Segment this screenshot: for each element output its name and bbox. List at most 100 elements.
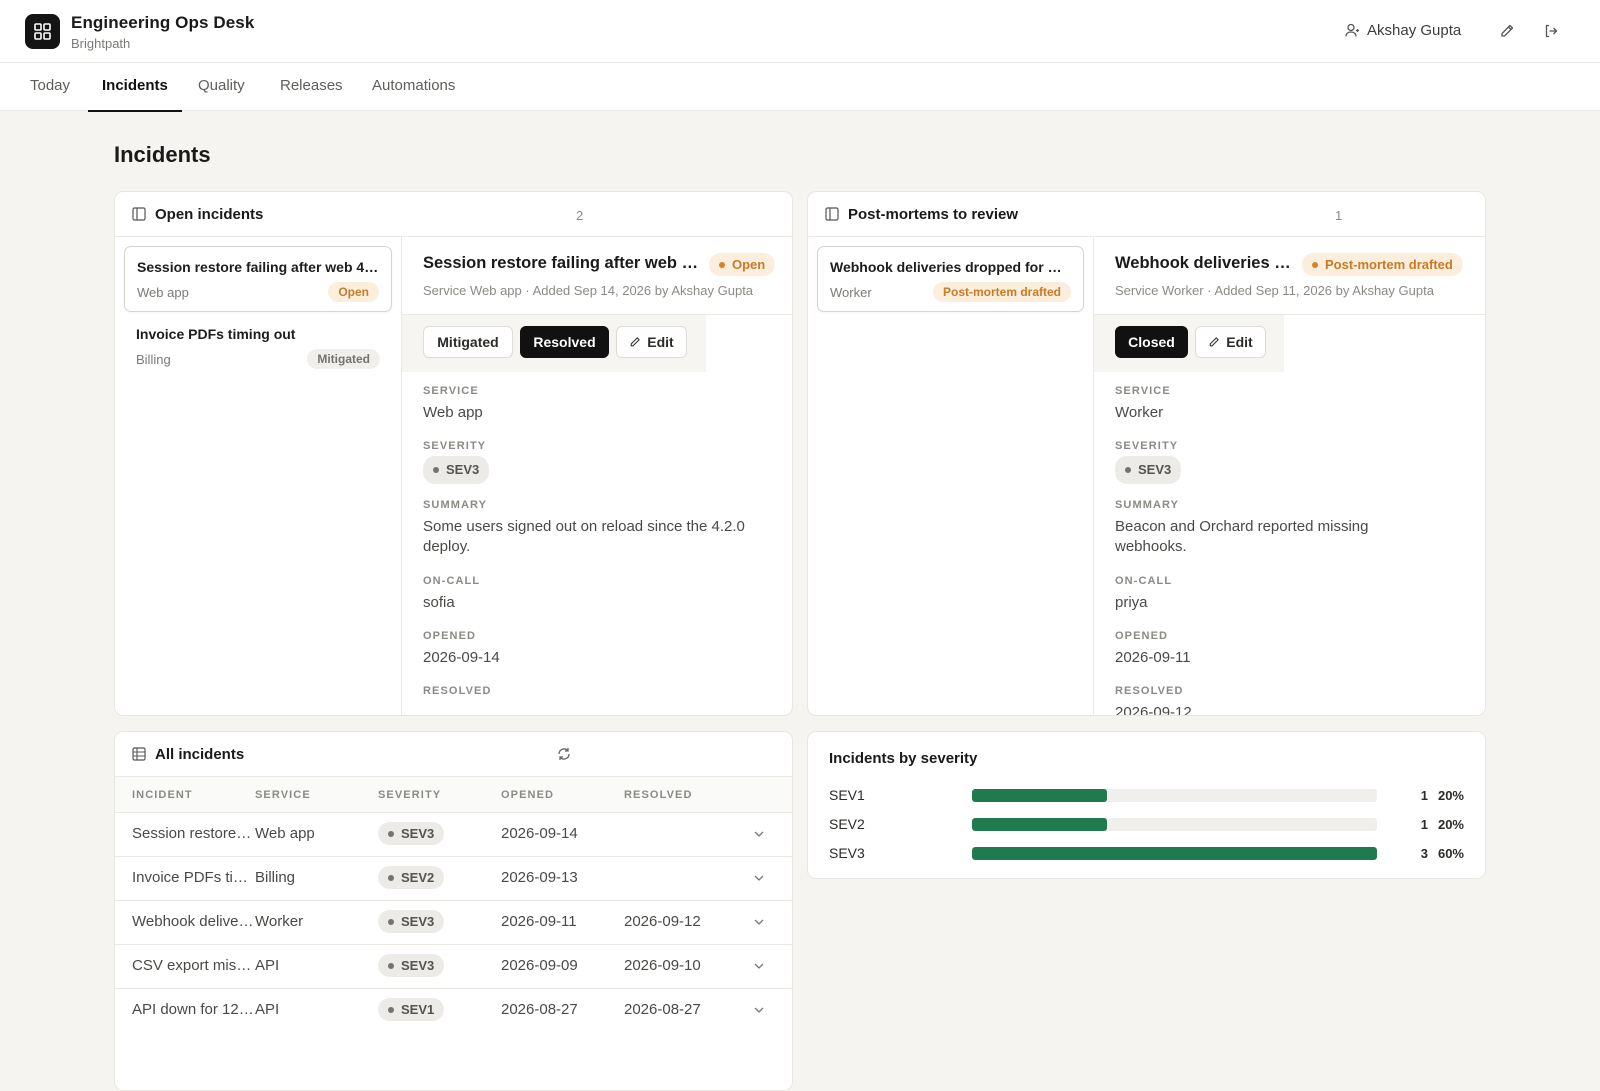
severity-text: SEV1 bbox=[401, 1002, 435, 1017]
col-service[interactable]: SERVICE bbox=[255, 789, 311, 801]
logout-button[interactable] bbox=[1541, 21, 1561, 41]
cell-incident: Invoice PDFs timing out bbox=[132, 869, 254, 886]
page-title: Incidents bbox=[114, 142, 211, 167]
severity-chip: SEV3 bbox=[378, 822, 445, 845]
list-item-title: Session restore failing after web 4.2.0 bbox=[137, 259, 379, 275]
bar-label: SEV3 bbox=[829, 845, 865, 861]
cell-severity: SEV3 bbox=[378, 954, 445, 977]
postmortems-card: Post-mortems to review 1 Webhook deliver… bbox=[807, 191, 1486, 716]
severity-label: SEVERITY bbox=[1115, 440, 1179, 452]
list-item[interactable]: Webhook deliveries dropped for Beacon Wo… bbox=[817, 246, 1084, 312]
opened-label: OPENED bbox=[423, 630, 477, 642]
col-opened[interactable]: OPENED bbox=[501, 789, 554, 801]
tab-automations[interactable]: Automations bbox=[372, 63, 455, 111]
col-severity[interactable]: SEVERITY bbox=[378, 789, 441, 801]
postmortem-list: Webhook deliveries dropped for Beacon Wo… bbox=[808, 237, 1094, 715]
severity-chip: SEV3 bbox=[423, 456, 490, 484]
resolved-button[interactable]: Resolved bbox=[520, 326, 609, 358]
card-header: Open incidents 2 bbox=[115, 192, 792, 237]
oncall-label: ON-CALL bbox=[423, 575, 481, 587]
severity-dot bbox=[388, 830, 394, 837]
pencil-icon bbox=[1501, 24, 1514, 37]
oncall-value: sofia bbox=[423, 594, 455, 611]
detail-title: Session restore failing after web 4.2.0 bbox=[423, 254, 699, 272]
panel-icon bbox=[132, 207, 146, 221]
severity-text: SEV3 bbox=[1138, 462, 1172, 477]
user-menu[interactable]: Akshay Gupta bbox=[1345, 22, 1461, 39]
bar-count: 3 bbox=[1420, 846, 1428, 861]
closed-button[interactable]: Closed bbox=[1115, 326, 1188, 358]
severity-text: SEV3 bbox=[401, 958, 435, 973]
resolved-label: RESOLVED bbox=[1115, 685, 1184, 697]
chevron-down-icon[interactable] bbox=[752, 871, 766, 885]
cell-resolved: 2026-09-10 bbox=[624, 957, 701, 974]
chevron-down-icon[interactable] bbox=[752, 827, 766, 841]
bar-percent: 20% bbox=[1437, 788, 1464, 803]
cell-service: Web app bbox=[255, 825, 315, 842]
severity-chip: SEV2 bbox=[378, 866, 445, 889]
table-row[interactable]: Session restore failing after web 4.2.0 … bbox=[115, 813, 792, 857]
summary-value: Some users signed out on reload since th… bbox=[423, 518, 745, 555]
open-incidents-card: Open incidents 2 Session restore failing… bbox=[114, 191, 793, 716]
cell-incident: API down for 12 minutes bbox=[132, 1001, 254, 1018]
chevron-down-icon[interactable] bbox=[752, 959, 766, 973]
app-logo[interactable] bbox=[25, 14, 60, 49]
edit-label: Edit bbox=[647, 334, 674, 350]
card-title: Post-mortems to review bbox=[848, 206, 1019, 223]
severity-dot bbox=[1125, 467, 1131, 473]
edit-button[interactable] bbox=[1497, 21, 1517, 41]
list-item-service: Web app bbox=[137, 285, 189, 300]
incident-list: Session restore failing after web 4.2.0 … bbox=[115, 237, 402, 715]
cell-resolved: 2026-09-12 bbox=[624, 913, 701, 930]
status-badge: Mitigated bbox=[307, 349, 380, 369]
chart-title: Incidents by severity bbox=[829, 750, 978, 767]
bar-count: 1 bbox=[1420, 788, 1428, 803]
list-item-title: Invoice PDFs timing out bbox=[136, 326, 296, 342]
col-incident[interactable]: INCIDENT bbox=[132, 789, 193, 801]
status-badge: Post-mortem drafted bbox=[932, 282, 1071, 302]
list-item[interactable]: Invoice PDFs timing out Billing Mitigate… bbox=[124, 314, 392, 380]
mitigated-button[interactable]: Mitigated bbox=[423, 326, 513, 358]
severity-text: SEV3 bbox=[446, 462, 480, 477]
opened-label: OPENED bbox=[1115, 630, 1169, 642]
all-incidents-card: All incidents INCIDENT SERVICE SEVERITY … bbox=[114, 731, 793, 1091]
status-badge: Open bbox=[328, 282, 379, 302]
severity-text: SEV3 bbox=[401, 826, 435, 841]
tab-incidents[interactable]: Incidents bbox=[88, 63, 182, 112]
bar-fill bbox=[972, 789, 1107, 802]
edit-incident-button[interactable]: Edit bbox=[616, 326, 687, 358]
edit-postmortem-button[interactable]: Edit bbox=[1195, 326, 1266, 358]
detail-header: Webhook deliveries dropped for Beacon Po… bbox=[1094, 237, 1485, 315]
table-row[interactable]: Invoice PDFs timing out Billing SEV2 202… bbox=[115, 857, 792, 901]
severity-text: SEV3 bbox=[401, 914, 435, 929]
service-value: Web app bbox=[423, 404, 483, 421]
refresh-icon[interactable] bbox=[556, 746, 572, 762]
tab-releases[interactable]: Releases bbox=[280, 63, 343, 111]
col-resolved[interactable]: RESOLVED bbox=[624, 789, 693, 801]
chevron-down-icon[interactable] bbox=[752, 1003, 766, 1017]
tab-quality[interactable]: Quality bbox=[198, 63, 245, 111]
summary-label: SUMMARY bbox=[1115, 499, 1180, 511]
incident-detail: Session restore failing after web 4.2.0 … bbox=[402, 237, 792, 715]
table-row[interactable]: CSV export missing rows API SEV3 2026-09… bbox=[115, 945, 792, 989]
cell-incident: CSV export missing rows bbox=[132, 957, 254, 974]
cell-service: API bbox=[255, 957, 280, 974]
severity-chart-card: Incidents by severity SEV1 1 20% SEV2 1 … bbox=[807, 731, 1486, 879]
detail-meta: Service Web app · Added Sep 14, 2026 by … bbox=[423, 283, 754, 298]
chevron-down-icon[interactable] bbox=[752, 915, 766, 929]
nav-tabs: Today Incidents Quality Releases Automat… bbox=[0, 63, 1600, 112]
card-count: 1 bbox=[1335, 208, 1343, 223]
status-pill: Post-mortem drafted bbox=[1302, 253, 1463, 276]
top-bar: Engineering Ops Desk Brightpath Akshay G… bbox=[0, 0, 1600, 63]
edit-label: Edit bbox=[1226, 334, 1253, 350]
status-dot bbox=[719, 261, 725, 268]
tab-today[interactable]: Today bbox=[30, 63, 70, 111]
severity-chip: SEV3 bbox=[378, 910, 445, 933]
user-icon bbox=[1345, 23, 1359, 37]
table-row[interactable]: API down for 12 minutes API SEV1 2026-08… bbox=[115, 989, 792, 1033]
table-row[interactable]: Webhook deliveries dropped for Beacon Wo… bbox=[115, 901, 792, 945]
oncall-value: priya bbox=[1115, 594, 1148, 611]
cell-opened: 2026-09-14 bbox=[501, 825, 578, 842]
summary-value: Beacon and Orchard reported missing webh… bbox=[1115, 518, 1369, 555]
list-item[interactable]: Session restore failing after web 4.2.0 … bbox=[124, 246, 392, 312]
